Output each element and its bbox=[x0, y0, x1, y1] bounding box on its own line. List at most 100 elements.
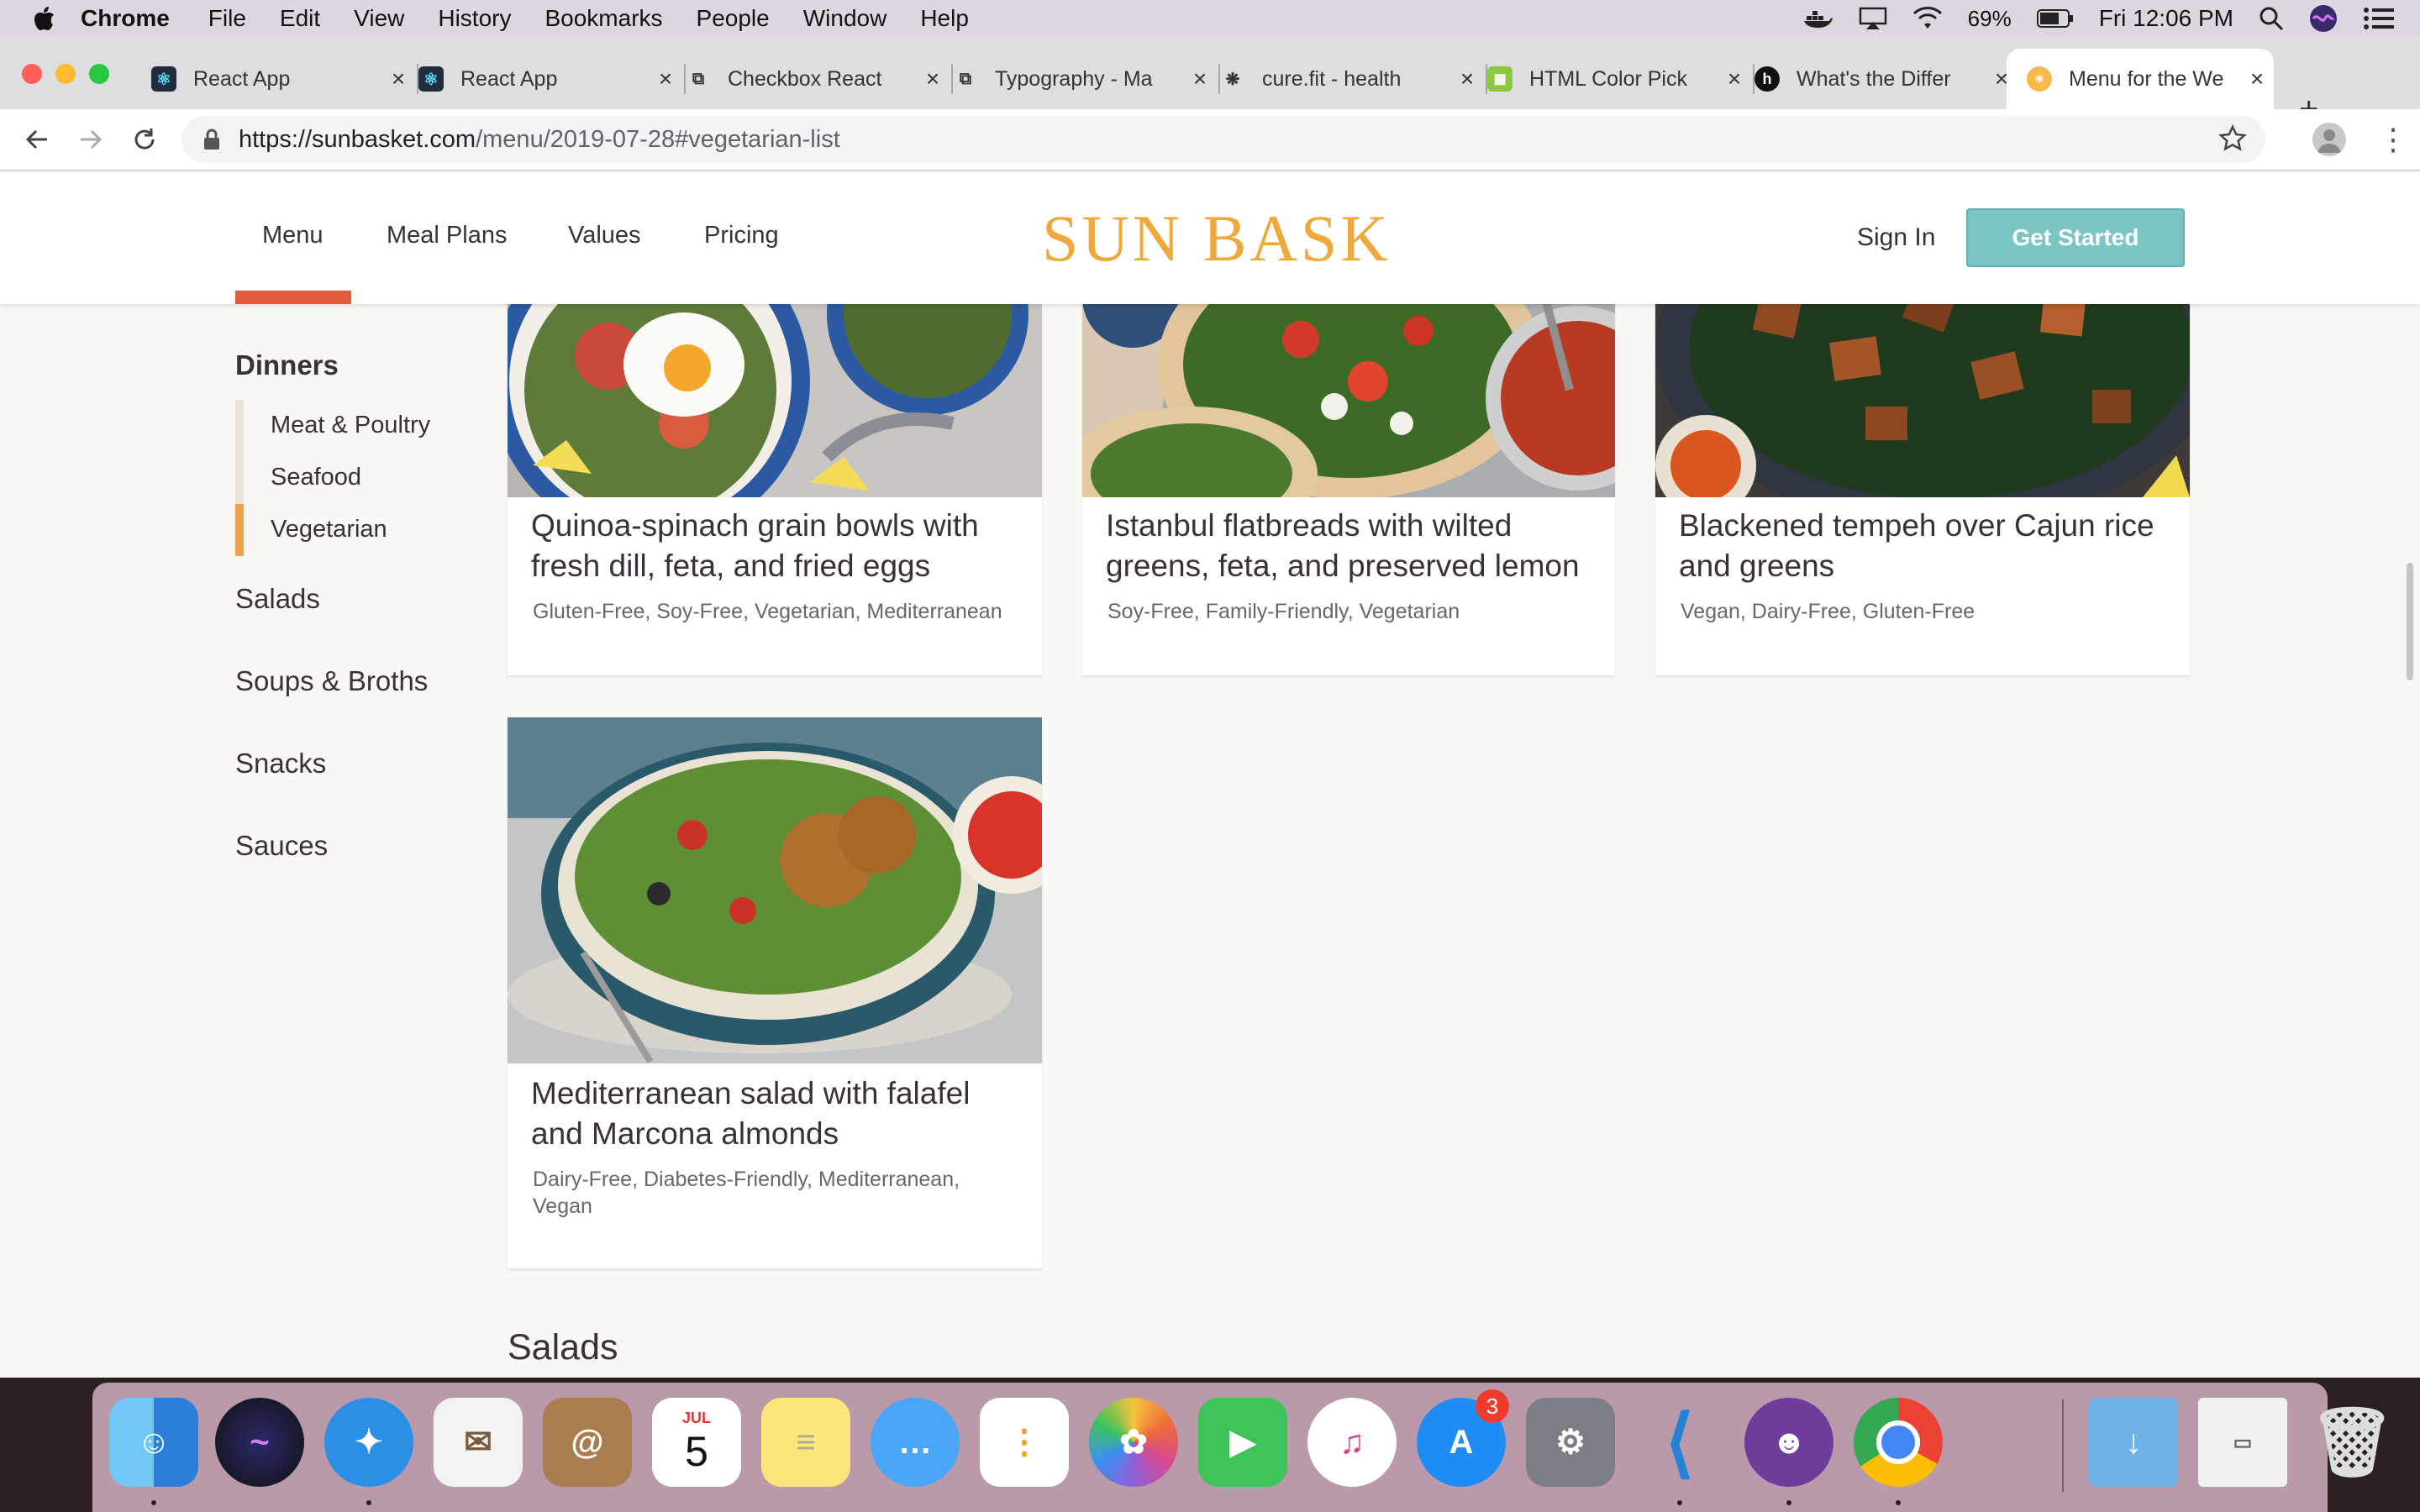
menu-window[interactable]: Window bbox=[803, 5, 887, 32]
back-icon[interactable] bbox=[22, 124, 52, 155]
recipe-tags-continued: Vegan bbox=[533, 1194, 592, 1218]
finder-icon[interactable]: ☺ bbox=[109, 1398, 198, 1487]
siri-menubar-icon[interactable] bbox=[2309, 4, 2338, 33]
recipe-tags: Soy-Free, Family-Friendly, Vegetarian bbox=[1107, 600, 1460, 623]
recipe-title-line2: and greens bbox=[1679, 549, 1835, 583]
sidebar-item-vegetarian[interactable]: Vegetarian bbox=[271, 516, 387, 543]
browser-toolbar: https://sunbasket.com/menu/2019-07-28#ve… bbox=[0, 109, 2420, 171]
browser-tab[interactable]: ⧉ Checkbox React × bbox=[669, 49, 953, 109]
sidebar-heading-dinners[interactable]: Dinners bbox=[235, 349, 339, 381]
sidebar-active-indicator bbox=[235, 504, 244, 556]
nav-active-indicator bbox=[235, 291, 351, 304]
tab-title: What's the Differ bbox=[1797, 66, 1951, 91]
sidebar-item-sauces[interactable]: Sauces bbox=[235, 830, 328, 862]
airplay-icon[interactable] bbox=[1859, 7, 1887, 30]
tab-title: React App bbox=[193, 66, 291, 91]
notes-icon[interactable]: ≡ bbox=[761, 1398, 850, 1487]
battery-icon[interactable] bbox=[2036, 8, 2074, 29]
browser-tab-active[interactable]: ☀ Menu for the We × bbox=[2007, 49, 2274, 109]
menu-edit[interactable]: Edit bbox=[280, 5, 320, 32]
siri-icon[interactable]: ~ bbox=[215, 1398, 304, 1487]
recipe-tags: Dairy-Free, Diabetes-Friendly, Mediterra… bbox=[533, 1168, 960, 1191]
menu-help[interactable]: Help bbox=[920, 5, 969, 32]
recipe-card[interactable]: Quinoa-spinach grain bowls with fresh di… bbox=[508, 264, 1042, 675]
nav-values[interactable]: Values bbox=[568, 222, 641, 249]
downloads-folder-icon[interactable]: ↓ bbox=[2089, 1398, 2178, 1487]
calendar-day: 5 bbox=[685, 1427, 708, 1475]
sidebar-item-soups-broths[interactable]: Soups & Broths bbox=[235, 665, 428, 697]
sidebar-item-snacks[interactable]: Snacks bbox=[235, 748, 326, 780]
menubar-clock[interactable]: Fri 12:06 PM bbox=[2099, 5, 2233, 32]
page-viewport: Menu Meal Plans Values Pricing SUN BASKE… bbox=[0, 171, 2420, 1378]
messages-icon[interactable]: … bbox=[871, 1398, 960, 1487]
browser-tab[interactable]: ⚛ React App × bbox=[134, 49, 418, 109]
chrome-icon[interactable] bbox=[1854, 1398, 1943, 1487]
contacts-icon[interactable]: @ bbox=[543, 1398, 632, 1487]
screenshot-icon[interactable]: ▭ bbox=[2198, 1398, 2287, 1487]
recipe-title-line1: Istanbul flatbreads with wilted bbox=[1106, 508, 1512, 543]
photos-icon[interactable]: ✿ bbox=[1089, 1398, 1178, 1487]
browser-tab[interactable]: ⧉ Typography - Ma × bbox=[936, 49, 1220, 109]
system-preferences-icon[interactable]: ⚙ bbox=[1526, 1398, 1615, 1487]
recipe-card[interactable]: Mediterranean salad with falafel and Mar… bbox=[508, 717, 1042, 1268]
browser-tab[interactable]: h What's the Differ × bbox=[1738, 49, 2020, 109]
itunes-icon[interactable]: ♫ bbox=[1307, 1398, 1397, 1487]
mail-icon[interactable]: ✉ bbox=[434, 1398, 523, 1487]
notification-center-icon[interactable] bbox=[2363, 7, 2395, 30]
window-close-button[interactable] bbox=[22, 64, 42, 84]
chrome-menu-icon[interactable]: ⋮ bbox=[2378, 123, 2408, 156]
browser-tab[interactable]: ⚛ React App × bbox=[402, 49, 686, 109]
browser-tab[interactable]: ❋ cure.fit - health × bbox=[1203, 49, 1487, 109]
get-started-button[interactable]: Get Started bbox=[1966, 208, 2185, 267]
sidebar-item-meat-poultry[interactable]: Meat & Poultry bbox=[271, 412, 430, 439]
menu-history[interactable]: History bbox=[438, 5, 511, 32]
reminders-icon[interactable]: ⋮ bbox=[980, 1398, 1069, 1487]
apple-icon[interactable] bbox=[34, 6, 55, 31]
site-header: Menu Meal Plans Values Pricing SUN BASKE… bbox=[0, 171, 2420, 304]
nav-menu[interactable]: Menu bbox=[262, 222, 324, 249]
color-picker-icon: ▦ bbox=[1487, 66, 1512, 92]
menu-view[interactable]: View bbox=[354, 5, 404, 32]
browser-tab[interactable]: ▦ HTML Color Pick × bbox=[1470, 49, 1754, 109]
reload-icon[interactable] bbox=[129, 124, 160, 155]
recipe-tags: Gluten-Free, Soy-Free, Vegetarian, Medit… bbox=[533, 600, 1002, 623]
bookmark-star-icon[interactable] bbox=[2218, 124, 2247, 153]
recipe-title-line1: Quinoa-spinach grain bowls with bbox=[531, 508, 979, 543]
spotlight-search-icon[interactable] bbox=[2259, 6, 2284, 31]
menu-people[interactable]: People bbox=[697, 5, 770, 32]
wifi-icon[interactable] bbox=[1912, 7, 1943, 30]
calendar-icon[interactable]: JUL 5 bbox=[652, 1398, 741, 1487]
nav-meal-plans[interactable]: Meal Plans bbox=[387, 222, 507, 249]
recipe-card[interactable]: Istanbul flatbreads with wilted greens, … bbox=[1082, 264, 1615, 675]
sunbasket-logo[interactable]: SUN BASKET bbox=[1035, 195, 1388, 287]
recipe-title-line2: fresh dill, feta, and fried eggs bbox=[531, 549, 931, 583]
forward-icon[interactable] bbox=[76, 124, 106, 155]
sidebar-item-seafood[interactable]: Seafood bbox=[271, 464, 361, 491]
address-bar[interactable]: https://sunbasket.com/menu/2019-07-28#ve… bbox=[182, 116, 2265, 163]
window-zoom-button[interactable] bbox=[89, 64, 109, 84]
safari-icon[interactable]: ✦ bbox=[324, 1398, 413, 1487]
section-heading-salads: Salads bbox=[508, 1327, 618, 1368]
menu-file[interactable]: File bbox=[208, 5, 246, 32]
facetime-icon[interactable]: ▶ bbox=[1198, 1398, 1287, 1487]
sunbasket-icon: ☀ bbox=[2027, 66, 2052, 92]
tab-title: Menu for the We bbox=[2069, 66, 2224, 91]
recipe-card[interactable]: Blackened tempeh over Cajun rice and gre… bbox=[1655, 264, 2190, 675]
close-tab-icon[interactable]: × bbox=[2245, 66, 2269, 92]
menu-bookmarks[interactable]: Bookmarks bbox=[544, 5, 662, 32]
menu-app-chrome[interactable]: Chrome bbox=[81, 5, 170, 32]
material-ui-icon: ⧉ bbox=[692, 69, 705, 88]
github-desktop-icon[interactable]: ☻ bbox=[1744, 1398, 1833, 1487]
macos-menubar: Chrome File Edit View History Bookmarks … bbox=[0, 0, 2420, 37]
nav-pricing[interactable]: Pricing bbox=[704, 222, 779, 249]
docker-icon[interactable] bbox=[1803, 8, 1833, 29]
sidebar-item-salads[interactable]: Salads bbox=[235, 583, 320, 615]
vscode-icon[interactable]: ⟨ bbox=[1635, 1398, 1724, 1487]
profile-avatar-icon[interactable] bbox=[2312, 123, 2346, 156]
react-icon: ⚛ bbox=[418, 66, 444, 92]
page-scrollbar[interactable] bbox=[2407, 563, 2413, 680]
lock-icon[interactable] bbox=[203, 129, 220, 150]
sign-in-link[interactable]: Sign In bbox=[1857, 223, 1935, 252]
window-minimize-button[interactable] bbox=[55, 64, 76, 84]
trash-icon[interactable]: 🗑 bbox=[2307, 1398, 2396, 1487]
